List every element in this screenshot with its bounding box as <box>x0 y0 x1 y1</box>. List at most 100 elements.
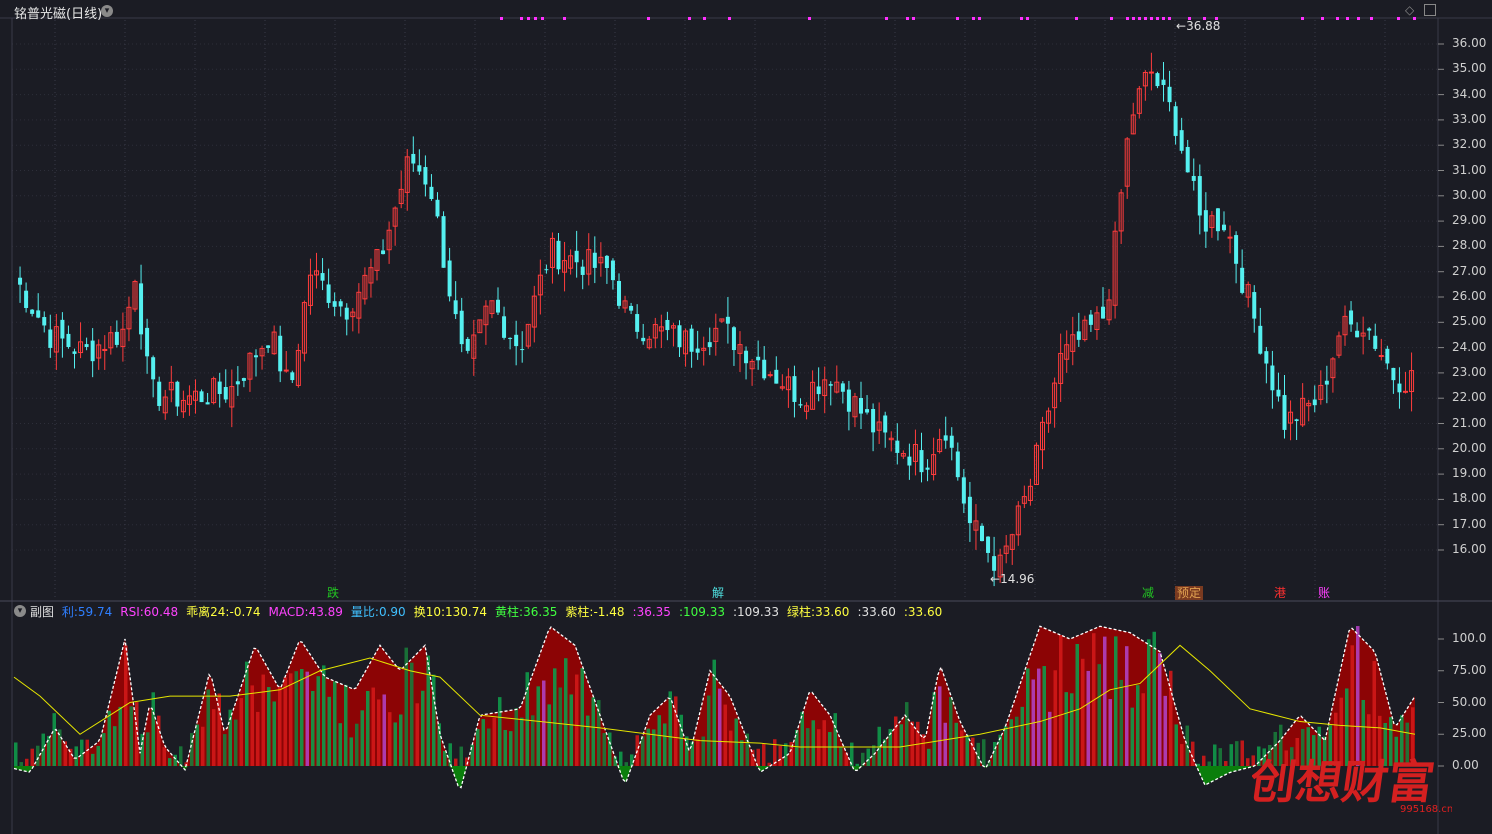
volume-bar <box>234 719 238 766</box>
volume-bar <box>586 715 590 766</box>
volume-bar <box>525 672 529 766</box>
stat-value: 109.33 <box>682 605 725 619</box>
candle-down <box>502 316 507 338</box>
price-tick-label: 18.00 <box>1452 491 1487 506</box>
indicator-stat: :109.33 <box>679 605 729 619</box>
price-tick-label: 30.00 <box>1452 187 1487 202</box>
volume-bar <box>1026 668 1030 766</box>
candle-down <box>1222 224 1226 231</box>
volume-bar <box>25 758 29 766</box>
volume-bar <box>14 742 18 766</box>
volume-bar <box>437 723 441 766</box>
signal-tag[interactable]: 减 <box>1140 586 1156 600</box>
candle-down <box>695 348 700 353</box>
candle-down <box>290 372 295 381</box>
signal-tag[interactable]: 解 <box>710 586 726 600</box>
volume-bar <box>674 696 678 766</box>
candle-down <box>949 435 954 448</box>
volume-bar <box>910 721 914 766</box>
signal-tag[interactable]: 港 <box>1272 586 1288 600</box>
chevron-down-icon[interactable]: ▾ <box>101 5 113 17</box>
window-icon[interactable] <box>1424 4 1436 16</box>
volume-bar <box>1108 699 1112 766</box>
candle-down <box>90 340 95 362</box>
volume-bar <box>459 746 463 766</box>
signal-tag[interactable]: 预定 <box>1175 586 1204 600</box>
candle-down <box>1324 380 1329 385</box>
signal-dot <box>1020 17 1023 20</box>
chart-canvas[interactable] <box>0 0 1492 834</box>
volume-bar <box>1015 716 1019 766</box>
candle-down <box>205 402 210 405</box>
candle-down <box>1155 73 1160 87</box>
candle-down <box>955 451 960 478</box>
candle-down <box>60 319 65 339</box>
volume-bar <box>250 685 254 766</box>
price-tick-label: 32.00 <box>1452 137 1487 152</box>
signal-dot <box>703 17 706 20</box>
chevron-down-icon[interactable]: ▾ <box>14 605 26 617</box>
volume-bar <box>355 723 359 766</box>
candle-down <box>828 384 833 386</box>
signal-dot <box>972 17 975 20</box>
volume-bar <box>1037 668 1041 766</box>
volume-bar <box>421 690 425 766</box>
volume-bar <box>85 739 89 766</box>
candle-down <box>36 310 41 318</box>
signal-tag[interactable]: 账 <box>1316 586 1332 600</box>
candle-down <box>610 260 615 281</box>
candle-down <box>1173 106 1178 136</box>
candle-down <box>435 199 440 217</box>
volume-bar <box>1158 653 1162 766</box>
volume-bar <box>316 676 320 766</box>
volume-bar <box>624 762 628 766</box>
candle-down <box>241 378 246 381</box>
volume-bar <box>492 717 496 766</box>
volume-bar <box>289 673 293 766</box>
signal-dot <box>1357 17 1360 20</box>
volume-bar <box>894 716 898 766</box>
volume-bar <box>1218 748 1222 766</box>
candle-down <box>617 281 621 306</box>
candle-down <box>635 314 640 332</box>
candle-down <box>556 240 561 270</box>
candle-down <box>447 260 452 297</box>
volume-bar <box>932 692 936 766</box>
volume-bar <box>476 728 480 766</box>
candle-down <box>199 391 204 403</box>
signal-dot <box>1156 17 1159 20</box>
low-price-value: 14.96 <box>1000 572 1035 586</box>
candle-down <box>48 329 53 348</box>
volume-bar <box>377 699 381 766</box>
volume-bar <box>91 753 95 766</box>
signal-dot <box>906 17 909 20</box>
diamond-icon[interactable]: ◇ <box>1405 3 1414 17</box>
volume-bar <box>1240 740 1244 766</box>
signal-dot <box>1397 17 1400 20</box>
price-tick-label: 22.00 <box>1452 390 1487 405</box>
stat-value: 43.89 <box>308 605 343 619</box>
indicator-stat: :33.60 <box>904 605 946 619</box>
candle-down <box>1234 235 1239 264</box>
signal-dot <box>1346 17 1349 20</box>
stat-label: 换10: <box>413 605 446 619</box>
volume-bar <box>1213 744 1217 766</box>
volume-bar <box>575 674 579 766</box>
volume-bar <box>366 690 370 766</box>
candle-down <box>1101 306 1105 319</box>
candle-down <box>114 331 119 345</box>
volume-bar <box>921 734 925 766</box>
candle-up <box>283 369 289 372</box>
signal-tag[interactable]: 跌 <box>325 586 341 600</box>
volume-bar <box>954 722 958 766</box>
volume-bar <box>729 730 733 766</box>
price-tick-label: 23.00 <box>1452 364 1487 379</box>
sub-panel-name[interactable]: 副图 <box>30 605 54 619</box>
volume-bar <box>971 737 975 766</box>
stock-title[interactable]: 铭普光磁(日线) <box>14 3 102 22</box>
candle-down <box>689 328 694 352</box>
volume-bar <box>1180 744 1184 766</box>
signal-dot <box>956 17 959 20</box>
volume-bar <box>245 661 249 766</box>
candle-down <box>332 301 337 307</box>
